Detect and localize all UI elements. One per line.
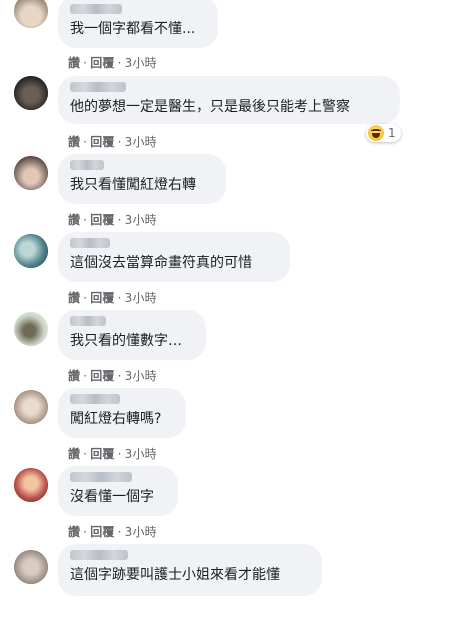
reply-link[interactable]: 回覆 (90, 523, 114, 540)
comment-bubble: 他的夢想一定是醫生，只是最後只能考上警察 (58, 76, 400, 124)
comment-timestamp[interactable]: 3小時 (125, 211, 157, 228)
comment-bubble: 這個字跡要叫護士小姐來看才能懂 (58, 544, 322, 596)
comment-bubble: 這個沒去當算命畫符真的可惜 (58, 232, 290, 282)
comment-text: 我一個字都看不懂... (70, 21, 196, 37)
commenter-name-redacted[interactable] (70, 82, 126, 92)
like-link[interactable]: 讚 (68, 289, 80, 306)
avatar[interactable] (14, 390, 48, 424)
comment-item: 我只看懂闖紅燈右轉 讚 · 回覆 · 3小時 (0, 154, 450, 232)
reply-link[interactable]: 回覆 (90, 367, 114, 384)
like-link[interactable]: 讚 (68, 211, 80, 228)
comment-text: 闖紅燈右轉嗎? (70, 411, 162, 427)
avatar[interactable] (14, 468, 48, 502)
commenter-name-redacted[interactable] (70, 394, 120, 404)
comment-text: 這個字跡要叫護士小姐來看才能懂 (70, 567, 280, 583)
reply-link[interactable]: 回覆 (90, 445, 114, 462)
commenter-name-redacted[interactable] (70, 160, 104, 170)
separator: · (117, 213, 122, 227)
separator: · (83, 135, 88, 149)
avatar[interactable] (14, 76, 48, 110)
comment-text: 他的夢想一定是醫生，只是最後只能考上警察 (70, 99, 350, 115)
comment-text: 我只看的懂數字… (70, 333, 182, 349)
reply-link[interactable]: 回覆 (90, 289, 114, 306)
comment-actions: 讚 · 回覆 · 3小時 (68, 445, 157, 462)
commenter-name-redacted[interactable] (70, 4, 122, 14)
comment-actions: 讚 · 回覆 · 3小時 (68, 289, 157, 306)
comment-timestamp[interactable]: 3小時 (125, 54, 157, 71)
comment-timestamp[interactable]: 3小時 (125, 289, 157, 306)
comment-item: 這個沒去當算命畫符真的可惜 讚 · 回覆 · 3小時 (0, 232, 450, 310)
commenter-name-redacted[interactable] (70, 238, 110, 248)
comment-item: 沒看懂一個字 讚 · 回覆 · 3小時 (0, 466, 450, 544)
comment-timestamp[interactable]: 3小時 (125, 445, 157, 462)
comment-text: 這個沒去當算命畫符真的可惜 (70, 255, 252, 271)
comment-bubble: 闖紅燈右轉嗎? (58, 388, 186, 438)
comment-actions: 讚 · 回覆 · 3小時 (68, 367, 157, 384)
haha-icon (368, 125, 384, 141)
separator: · (117, 447, 122, 461)
comment-item: 我一個字都看不懂... 讚 · 回覆 · 3小時 (0, 0, 450, 78)
comment-item: 我只看的懂數字… 讚 · 回覆 · 3小時 (0, 310, 450, 388)
separator: · (117, 135, 122, 149)
comment-timestamp[interactable]: 3小時 (125, 523, 157, 540)
comment-timestamp[interactable]: 3小時 (125, 367, 157, 384)
comment-bubble: 我一個字都看不懂... (58, 0, 218, 48)
comment-text: 沒看懂一個字 (70, 489, 154, 505)
comment-actions: 讚 · 回覆 · 3小時 (68, 54, 157, 71)
like-link[interactable]: 讚 (68, 367, 80, 384)
avatar[interactable] (14, 0, 48, 28)
separator: · (117, 369, 122, 383)
comment-actions: 讚 · 回覆 · 3小時 (68, 523, 157, 540)
comment-item: 他的夢想一定是醫生，只是最後只能考上警察 1 讚 · 回覆 · 3小時 (0, 76, 450, 154)
separator: · (83, 525, 88, 539)
separator: · (83, 213, 88, 227)
commenter-name-redacted[interactable] (70, 550, 128, 560)
separator: · (117, 56, 122, 70)
commenter-name-redacted[interactable] (70, 316, 106, 326)
comment-bubble: 沒看懂一個字 (58, 466, 178, 516)
separator: · (83, 291, 88, 305)
comment-timestamp[interactable]: 3小時 (125, 133, 157, 150)
comment-text: 我只看懂闖紅燈右轉 (70, 177, 196, 193)
comment-item: 這個字跡要叫護士小姐來看才能懂 (0, 544, 450, 622)
separator: · (83, 56, 88, 70)
comment-bubble: 我只看懂闖紅燈右轉 (58, 154, 226, 204)
reply-link[interactable]: 回覆 (90, 54, 114, 71)
like-link[interactable]: 讚 (68, 523, 80, 540)
reaction-summary[interactable]: 1 (366, 124, 401, 142)
separator: · (117, 291, 122, 305)
reply-link[interactable]: 回覆 (90, 211, 114, 228)
commenter-name-redacted[interactable] (70, 472, 132, 482)
like-link[interactable]: 讚 (68, 133, 80, 150)
avatar[interactable] (14, 156, 48, 190)
separator: · (83, 369, 88, 383)
reaction-count: 1 (388, 126, 396, 140)
comment-actions: 讚 · 回覆 · 3小時 (68, 133, 157, 150)
avatar[interactable] (14, 312, 48, 346)
comment-item: 闖紅燈右轉嗎? 讚 · 回覆 · 3小時 (0, 388, 450, 466)
comment-bubble: 我只看的懂數字… (58, 310, 206, 360)
like-link[interactable]: 讚 (68, 54, 80, 71)
avatar[interactable] (14, 234, 48, 268)
reply-link[interactable]: 回覆 (90, 133, 114, 150)
comment-actions: 讚 · 回覆 · 3小時 (68, 211, 157, 228)
separator: · (117, 525, 122, 539)
like-link[interactable]: 讚 (68, 445, 80, 462)
separator: · (83, 447, 88, 461)
avatar[interactable] (14, 550, 48, 584)
